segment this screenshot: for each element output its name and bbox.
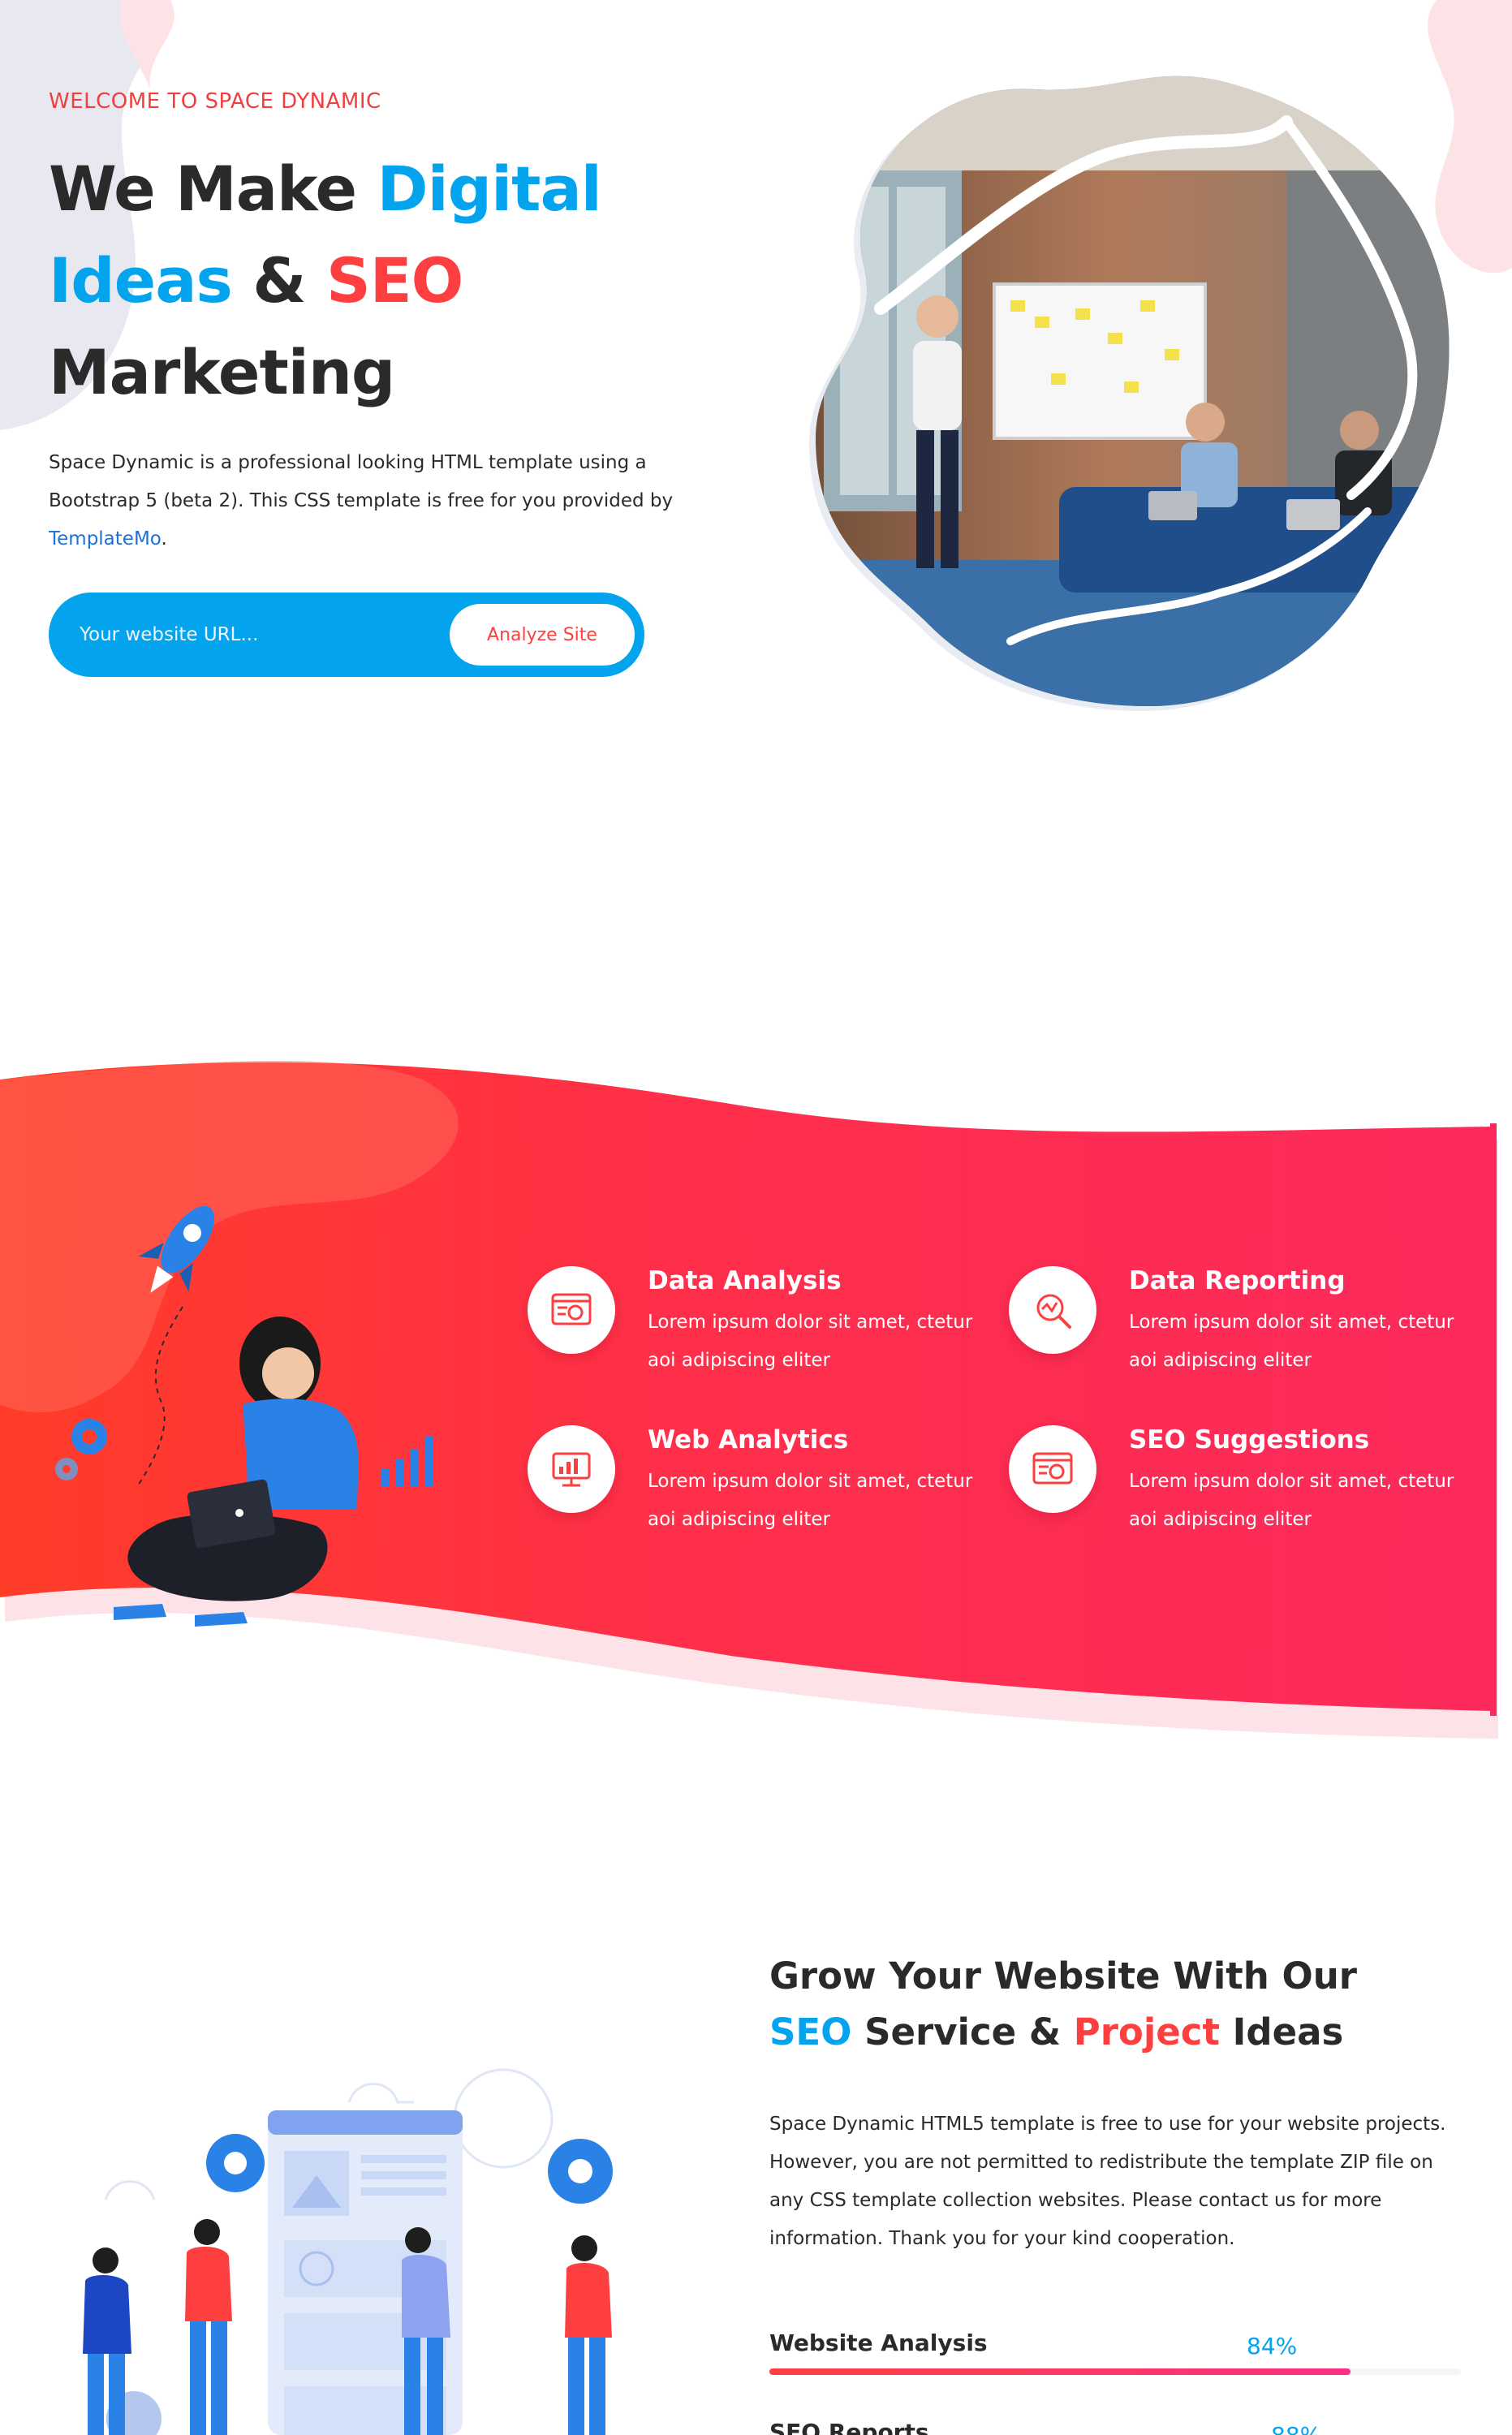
service-title: Data Analysis	[648, 1266, 842, 1295]
about-title-project: Project	[1073, 2010, 1220, 2054]
hero-description: Space Dynamic is a professional looking …	[49, 444, 698, 558]
service-text: Lorem ipsum dolor sit amet, ctetur aoi a…	[648, 1312, 973, 1371]
website-url-input[interactable]	[80, 617, 437, 653]
service-title: Web Analytics	[648, 1425, 849, 1455]
about-title-line1: Grow Your Website With Our	[769, 1954, 1357, 1998]
templatemo-link[interactable]: TemplateMo	[49, 528, 161, 549]
web-analytics-icon	[528, 1425, 615, 1513]
skill-progress-fill	[769, 2368, 1350, 2375]
seo-suggestions-icon	[1009, 1425, 1096, 1513]
data-analysis-icon	[528, 1266, 615, 1354]
headline-digital: Digital	[377, 153, 602, 225]
about-title-service: Service &	[851, 2010, 1074, 2054]
skill-progress-track	[769, 2368, 1461, 2375]
analyze-site-button[interactable]: Analyze Site	[450, 604, 635, 666]
about-title: Grow Your Website With Our SEO Service &…	[769, 1948, 1467, 2060]
data-reporting-icon	[1009, 1266, 1096, 1354]
service-title: Data Reporting	[1129, 1266, 1346, 1295]
service-text: Lorem ipsum dolor sit amet, ctetur aoi a…	[648, 1471, 973, 1530]
service-text: Lorem ipsum dolor sit amet, ctetur aoi a…	[1129, 1312, 1454, 1371]
hero-description-end: .	[161, 528, 167, 549]
seo-team-illustration	[83, 2068, 613, 2435]
skill-name: SEO Reports	[769, 2419, 929, 2435]
url-search-form: Analyze Site	[49, 593, 644, 677]
service-text: Lorem ipsum dolor sit amet, ctetur aoi a…	[1129, 1471, 1454, 1530]
headline-part: We Make	[49, 153, 377, 225]
skill-percent: 84%	[1247, 2333, 1298, 2360]
hero-headline: We Make Digital Ideas & SEO Marketing	[49, 143, 714, 418]
service-title: SEO Suggestions	[1129, 1425, 1370, 1455]
hero-description-text: Space Dynamic is a professional looking …	[49, 452, 674, 511]
headline-ideas: Ideas	[49, 244, 233, 317]
about-title-ideas: Ideas	[1219, 2010, 1344, 2054]
services-band-background	[0, 1060, 1498, 1739]
headline-seo: SEO	[325, 244, 463, 317]
welcome-text: WELCOME TO SPACE DYNAMIC	[49, 89, 381, 114]
hero-meeting-image	[809, 75, 1450, 711]
skill-name: Website Analysis	[769, 2329, 988, 2356]
about-text: Space Dynamic HTML5 template is free to …	[769, 2114, 1446, 2249]
headline-amp: &	[231, 244, 326, 317]
hero-text: WELCOME TO SPACE DYNAMIC We Make Digital…	[49, 89, 714, 558]
headline-marketing: Marketing	[49, 336, 395, 408]
skill-percent: 88%	[1271, 2422, 1321, 2435]
about-title-seo: SEO	[769, 2010, 852, 2054]
